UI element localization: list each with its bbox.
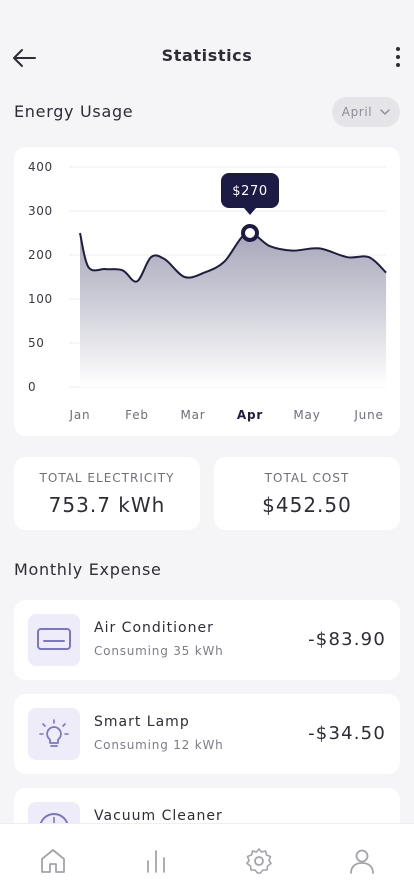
energy-chart: 400 300 200 100 50 0 Jan Feb Mar Apr May June $270 <box>28 160 387 422</box>
y-tick-label: 100 <box>28 292 53 306</box>
y-tick-label: 300 <box>28 204 53 218</box>
y-tick-label: 400 <box>28 160 53 174</box>
profile-icon <box>350 849 374 874</box>
air-conditioner-icon <box>37 628 71 650</box>
total-cost-card: TOTAL COST $452.50 <box>214 457 400 530</box>
x-tick-label: Mar <box>180 408 205 422</box>
total-cost-label: TOTAL COST <box>264 471 350 485</box>
expense-item-amount: -$83.90 <box>308 629 386 650</box>
y-tick-label: 0 <box>28 380 36 394</box>
tooltip-marker <box>241 224 259 242</box>
tooltip-label: $270 <box>232 184 267 199</box>
x-tick-label: May <box>293 408 320 422</box>
settings-icon <box>246 848 272 874</box>
bottom-navigation <box>0 823 414 896</box>
total-electricity-label: TOTAL ELECTRICITY <box>39 471 175 485</box>
stats-icon <box>147 850 165 873</box>
energy-chart-card: 400 300 200 100 50 0 Jan Feb Mar Apr May June $270 <box>14 147 400 436</box>
more-vertical-icon <box>396 47 400 51</box>
expense-item-consumption: Consuming 12 kWh <box>94 738 224 752</box>
more-options-button[interactable] <box>388 42 408 72</box>
total-electricity-value: 753.7 kWh <box>48 493 166 517</box>
x-tick-label: Jan <box>69 408 91 422</box>
y-tick-label: 200 <box>28 248 53 262</box>
month-dropdown[interactable]: April <box>332 97 400 127</box>
total-cost-value: $452.50 <box>262 493 352 517</box>
nav-statistics[interactable] <box>141 846 171 876</box>
x-tick-label: Apr <box>237 408 263 422</box>
y-tick-label: 50 <box>28 336 44 350</box>
expense-item-name: Vacuum Cleaner <box>94 808 223 824</box>
header: Statistics <box>0 0 414 100</box>
monthly-expense-title: Monthly Expense <box>14 560 162 579</box>
nav-settings[interactable] <box>244 846 274 876</box>
energy-usage-title: Energy Usage <box>14 102 134 121</box>
expense-item-smart-lamp[interactable]: Smart Lamp Consuming 12 kWh -$34.50 <box>14 694 400 774</box>
page-title: Statistics <box>161 46 253 65</box>
expense-item-name: Smart Lamp <box>94 714 190 730</box>
expense-item-name: Air Conditioner <box>94 620 214 636</box>
month-dropdown-value: April <box>341 105 373 119</box>
home-icon <box>41 849 65 873</box>
expense-item-consumption: Consuming 35 kWh <box>94 644 224 658</box>
expense-item-amount: -$34.50 <box>308 723 386 744</box>
chevron-down-icon <box>380 109 390 115</box>
x-tick-label: June <box>353 408 383 422</box>
nav-profile[interactable] <box>347 846 377 876</box>
total-electricity-card: TOTAL ELECTRICITY 753.7 kWh <box>14 457 200 530</box>
x-tick-label: Feb <box>125 408 149 422</box>
nav-home[interactable] <box>38 846 68 876</box>
lamp-icon <box>39 719 69 747</box>
expense-item-air-conditioner[interactable]: Air Conditioner Consuming 35 kWh -$83.90 <box>14 600 400 680</box>
